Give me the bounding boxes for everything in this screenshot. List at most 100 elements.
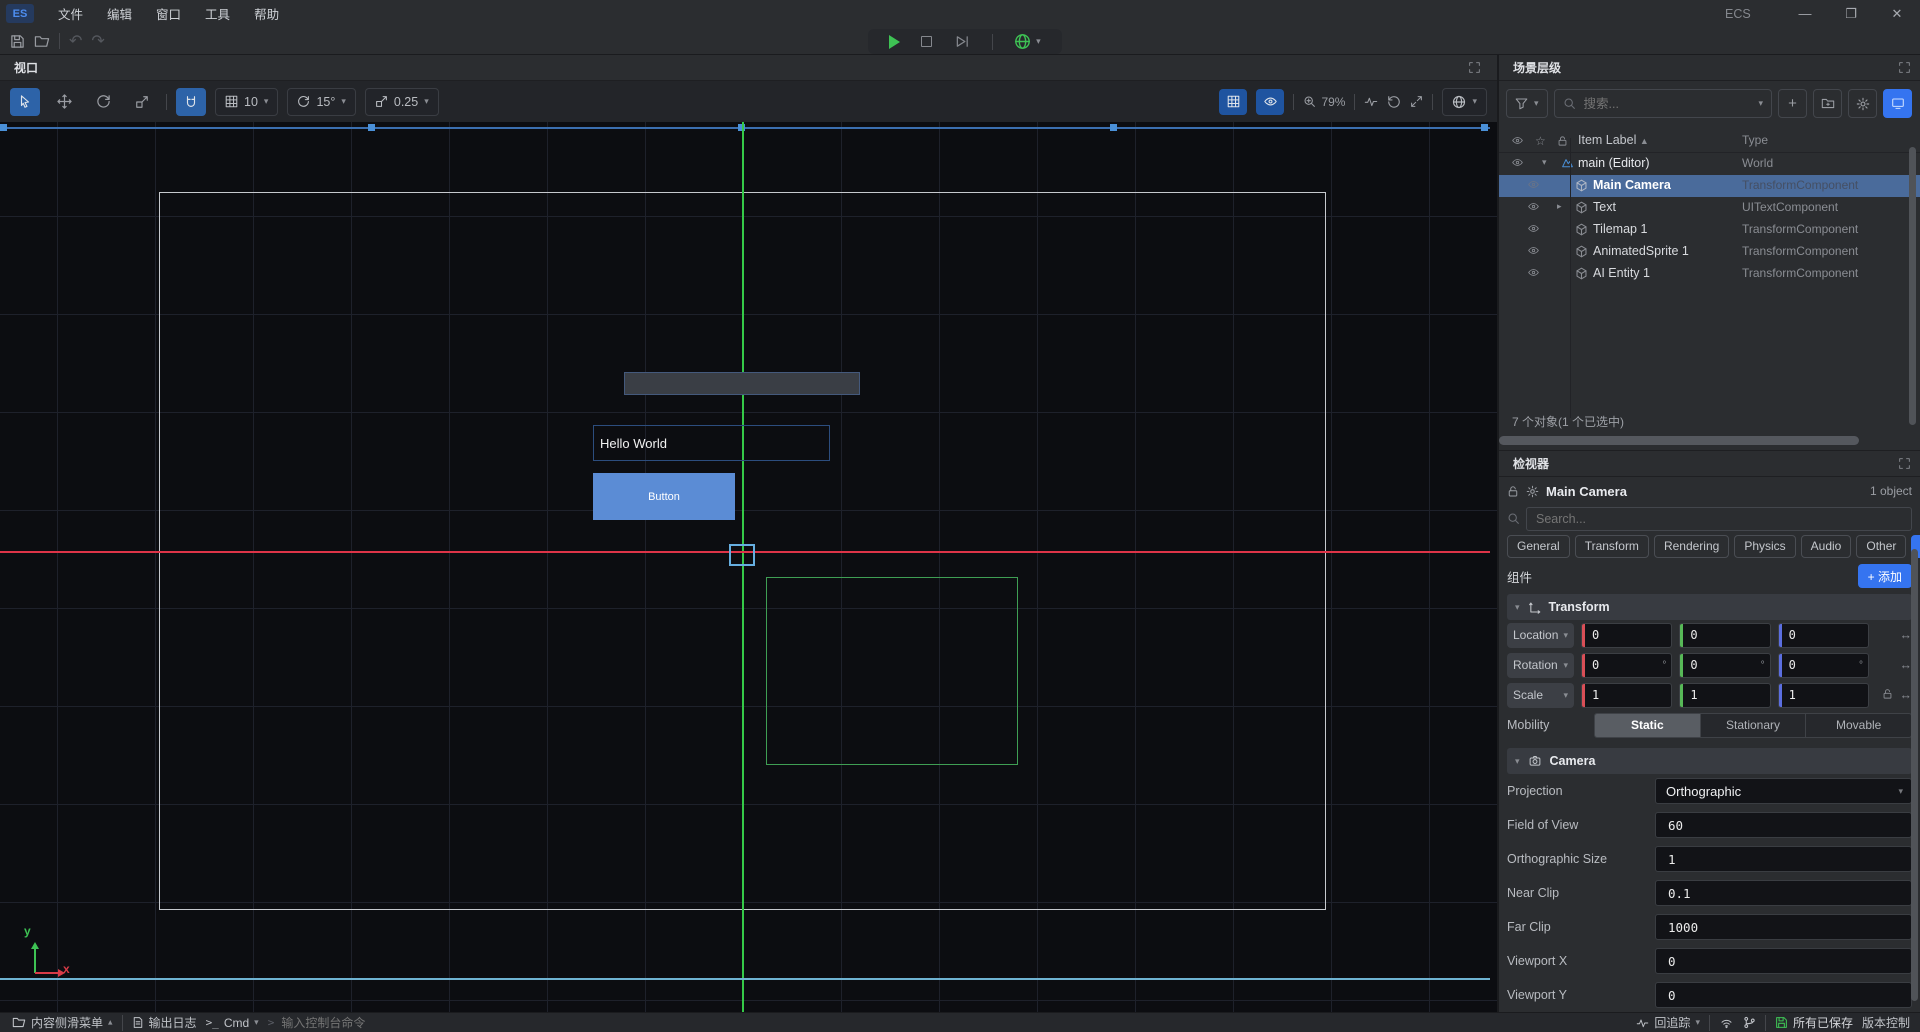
expand-chevron-icon[interactable]: ▸ [1557,202,1562,211]
unlock-icon[interactable] [1507,485,1519,498]
hierarchy-search-input[interactable] [1582,96,1753,112]
hierarchy-vertical-scrollbar[interactable] [1909,147,1916,425]
version-control-button[interactable]: 版本控制 [1862,1014,1910,1031]
near-clip-field[interactable] [1655,880,1912,906]
step-forward-icon[interactable] [954,34,971,49]
menu-file[interactable]: 文件 [48,1,93,26]
orthographic-size-field[interactable] [1655,846,1912,872]
console-command-entry[interactable]: > [268,1015,410,1031]
selection-handle[interactable] [1481,124,1488,131]
filter-dropdown[interactable]: ▾ [1506,89,1548,118]
canvas-selection-top-edge[interactable] [0,127,1490,129]
lock-column-icon[interactable] [1557,135,1568,147]
stats-icon[interactable] [1364,95,1378,108]
move-tool-button[interactable] [49,88,79,116]
run-target-globe-icon[interactable]: ▾ [1014,33,1041,50]
reset-view-icon[interactable] [1387,95,1401,109]
menu-tools[interactable]: 工具 [195,1,240,26]
cmd-dropdown[interactable]: >_ Cmd ▾ [206,1016,259,1030]
tree-row-main[interactable]: ▾ main (Editor) World [1499,153,1920,175]
field-of-view-field[interactable] [1655,812,1912,838]
inspector-search-input[interactable] [1534,511,1904,527]
play-icon[interactable] [889,35,900,49]
location-y-field[interactable] [1679,623,1770,648]
viewport-y-field[interactable] [1655,982,1912,1008]
world-view-dropdown[interactable]: ▾ [1442,88,1487,116]
backtrace-dropdown[interactable]: 回追踪 ▾ [1636,1014,1700,1031]
stop-icon[interactable] [921,36,932,47]
camera-section-header[interactable]: ▾ Camera [1507,748,1912,774]
git-branch-icon[interactable] [1743,1016,1756,1029]
redo-icon[interactable]: ↷ [91,31,104,51]
fullscreen-icon[interactable] [1410,95,1423,108]
mobility-stationary[interactable]: Stationary [1701,714,1807,737]
viewport-expand-icon[interactable] [1469,62,1480,73]
tree-row-animatedsprite[interactable]: AnimatedSprite 1 TransformComponent [1499,241,1920,263]
pivot-handle[interactable] [729,544,755,566]
save-status[interactable]: 所有已保存 [1775,1014,1853,1031]
eye-icon[interactable] [1527,201,1540,212]
tab-other[interactable]: Other [1856,535,1906,558]
rotation-dropdown[interactable]: Rotation▾ [1507,653,1574,678]
scale-snap-dropdown[interactable]: 0.25 ▾ [365,88,439,116]
save-icon[interactable] [10,34,25,49]
visibility-column-icon[interactable] [1511,135,1524,146]
uniform-scale-lock-icon[interactable] [1882,688,1893,702]
hierarchy-search[interactable]: ▾ [1554,89,1772,118]
select-tool-button[interactable] [10,88,40,116]
rotate-snap-dropdown[interactable]: 15° ▾ [287,88,355,116]
rotate-tool-button[interactable] [88,88,118,116]
scale-dropdown[interactable]: Scale▾ [1507,683,1574,708]
eye-icon[interactable] [1511,157,1524,168]
type-column[interactable]: Type [1742,133,1768,147]
screen-view-button[interactable] [1883,89,1912,118]
content-drawer-toggle[interactable]: 内容侧滑菜单 ▾ [12,1014,113,1031]
object-settings-gear-icon[interactable] [1526,485,1539,498]
inspector-vertical-scrollbar[interactable] [1911,549,1918,1001]
selection-handle[interactable] [0,124,7,131]
visibility-toggle[interactable] [1256,89,1284,115]
selection-handle[interactable] [1110,124,1117,131]
selection-handle[interactable] [368,124,375,131]
maximize-button[interactable]: ❐ [1828,0,1874,27]
undo-icon[interactable]: ↶ [69,31,82,51]
scale-z-field[interactable] [1778,683,1869,708]
tab-rendering[interactable]: Rendering [1654,535,1729,558]
projection-dropdown[interactable]: Orthographic ▾ [1655,778,1912,804]
scale-y-field[interactable] [1679,683,1770,708]
tab-physics[interactable]: Physics [1734,535,1795,558]
ui-panel-widget[interactable] [624,372,860,395]
zoom-control[interactable]: 79% [1303,95,1345,109]
tree-row-ai-entity[interactable]: AI Entity 1 TransformComponent [1499,263,1920,285]
favorite-column-icon[interactable]: ☆ [1535,134,1546,148]
scale-tool-button[interactable] [127,88,157,116]
location-dropdown[interactable]: Location▾ [1507,623,1574,648]
eye-icon[interactable] [1527,223,1540,234]
hierarchy-expand-icon[interactable] [1899,62,1910,73]
rotation-z-field[interactable]: ° [1778,653,1869,678]
mobility-movable[interactable]: Movable [1806,714,1911,737]
add-entity-button[interactable]: + [1778,89,1807,118]
minimize-button[interactable]: — [1782,0,1828,27]
region-rect[interactable] [766,577,1018,765]
collapse-chevron-icon[interactable]: ▾ [1542,158,1547,167]
open-folder-icon[interactable] [34,34,50,49]
rotation-y-field[interactable]: ° [1679,653,1770,678]
app-logo[interactable]: ES [6,4,34,23]
location-z-field[interactable] [1778,623,1869,648]
console-command-input[interactable] [279,1015,409,1031]
location-x-field[interactable] [1581,623,1672,648]
snap-magnet-button[interactable] [176,88,206,116]
transform-section-header[interactable]: ▾ Transform [1507,594,1912,620]
network-wifi-icon[interactable] [1719,1017,1734,1029]
tab-transform[interactable]: Transform [1575,535,1649,558]
item-label-column[interactable]: Item Label ▲ [1578,133,1649,147]
ui-button-widget[interactable]: Button [593,473,735,520]
rotation-x-field[interactable]: ° [1581,653,1672,678]
new-folder-button[interactable] [1813,89,1842,118]
scale-x-field[interactable] [1581,683,1672,708]
eye-icon[interactable] [1527,267,1540,278]
add-component-button[interactable]: + 添加 [1858,564,1912,588]
output-log-button[interactable]: 输出日志 [132,1014,197,1031]
eye-icon[interactable] [1527,179,1540,190]
